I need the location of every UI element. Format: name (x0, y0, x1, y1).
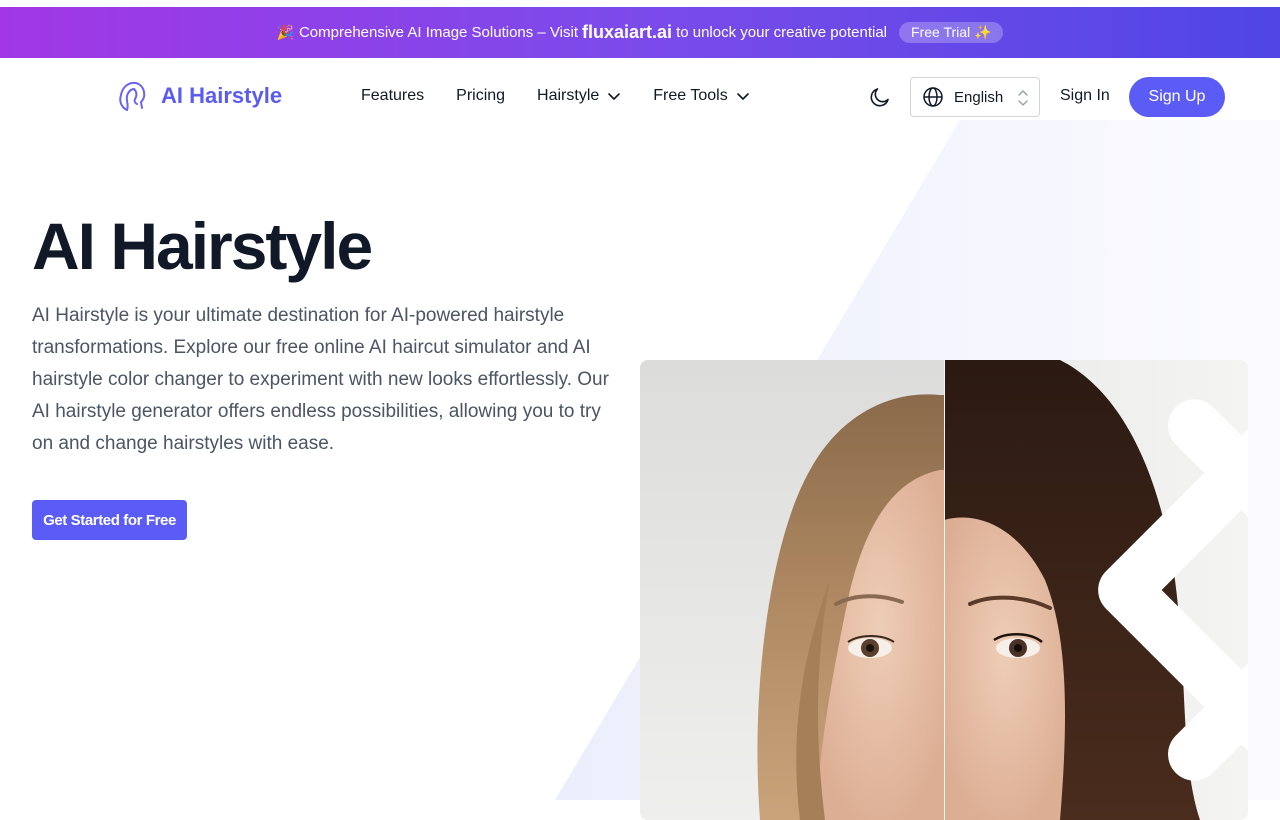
free-trial-button[interactable]: Free Trial ✨ (899, 22, 1004, 43)
moon-icon[interactable] (868, 85, 892, 109)
promo-text-before: Comprehensive AI Image Solutions – Visit (298, 24, 579, 41)
nav-pricing[interactable]: Pricing (456, 87, 505, 105)
hair-profile-icon (119, 81, 146, 111)
nav-free-tools-label: Free Tools (653, 87, 728, 104)
promo-text-after: to unlock your creative potential (676, 24, 888, 41)
promo-brand-link[interactable]: fluxaiart.ai (582, 22, 672, 43)
promo-banner: 🎉 Comprehensive AI Image Solutions – Vis… (0, 7, 1280, 58)
sign-up-label: Sign Up (1148, 88, 1206, 105)
nav-hairstyle-label: Hairstyle (537, 87, 600, 104)
nav-features[interactable]: Features (361, 87, 424, 105)
hero-description: AI Hairstyle is your ultimate destinatio… (32, 305, 609, 454)
sign-up-button[interactable]: Sign Up (1129, 77, 1225, 117)
party-icon: 🎉 (276, 24, 294, 40)
globe-icon (923, 87, 943, 107)
language-select[interactable]: English (910, 77, 1040, 117)
chevron-down-icon (608, 93, 621, 100)
chevron-right-icon[interactable] (956, 360, 1248, 820)
sign-in-link[interactable]: Sign In (1060, 87, 1110, 105)
header-nav: AI Hairstyle Features Pricing Hairstyle … (0, 58, 1280, 136)
nav-free-tools-dropdown[interactable]: Free Tools (653, 87, 749, 105)
hero-title: AI Hairstyle (32, 209, 373, 283)
logo[interactable]: AI Hairstyle (117, 80, 282, 112)
logo-text: AI Hairstyle (161, 83, 283, 108)
before-after-comparison[interactable] (640, 360, 1248, 820)
nav-features-label: Features (361, 87, 425, 104)
nav-pricing-label: Pricing (456, 87, 506, 104)
chevron-down-icon (736, 93, 749, 100)
main-menu: Features Pricing Hairstyle Free Tools (361, 87, 782, 105)
language-value: English (954, 88, 1004, 106)
get-started-button[interactable]: Get Started for Free (32, 500, 187, 540)
get-started-label: Get Started for Free (43, 511, 176, 529)
nav-hairstyle-dropdown[interactable]: Hairstyle (537, 87, 621, 105)
chevron-up-down-icon (1018, 90, 1028, 106)
